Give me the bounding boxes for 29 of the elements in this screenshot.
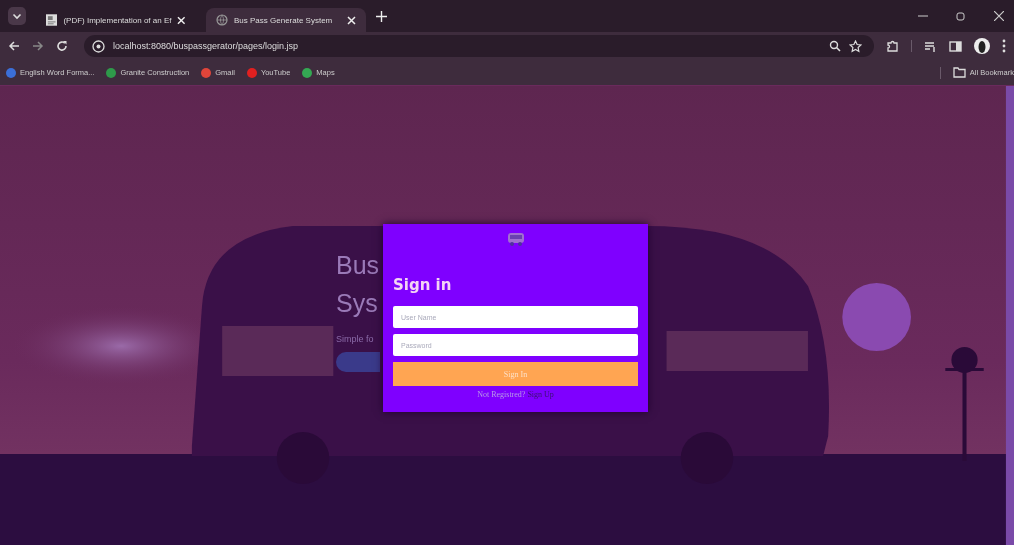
menu-icon[interactable]: [1002, 39, 1006, 53]
hero-heading: Sys: [336, 288, 379, 319]
site-info-icon[interactable]: [92, 39, 105, 53]
address-bar[interactable]: localhost:8080/buspassgerator/pages/login.jsp: [84, 35, 874, 57]
extension-icon[interactable]: [886, 39, 899, 53]
hero-tagline: Simple fo: [336, 334, 374, 344]
side-panel-icon[interactable]: [949, 39, 962, 53]
folder-icon: [952, 67, 966, 78]
new-tab-icon[interactable]: [376, 10, 387, 22]
browser-tab[interactable]: (PDF) Implementation of an Ef: [36, 8, 196, 32]
register-prompt: Not Registred? Sign Up: [476, 390, 555, 399]
bus-logo-icon: [505, 232, 526, 246]
tab-list-icon[interactable]: [8, 7, 26, 25]
hero-heading: Bus: [336, 250, 381, 281]
star-icon[interactable]: [849, 39, 862, 53]
sign-in-title: Sign in: [393, 276, 453, 294]
tab-title: Bus Pass Generate System: [234, 15, 334, 25]
reload-icon[interactable]: [56, 40, 68, 52]
reading-list-icon[interactable]: [924, 39, 937, 53]
tab-title: (PDF) Implementation of an Ef: [63, 15, 172, 25]
avatar-icon[interactable]: [974, 38, 990, 54]
browser-tab[interactable]: Bus Pass Generate System: [206, 8, 366, 32]
forward-icon[interactable]: [32, 40, 44, 52]
close-icon[interactable]: [994, 11, 1004, 21]
back-icon[interactable]: [8, 40, 20, 52]
restore-icon[interactable]: [956, 11, 966, 21]
globe-icon: [216, 14, 228, 26]
document-icon: [46, 14, 58, 26]
zoom-icon[interactable]: [829, 40, 841, 52]
